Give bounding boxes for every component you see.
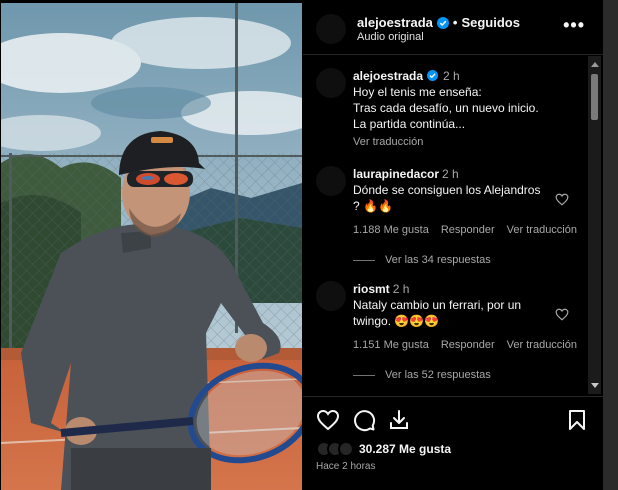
comment-username[interactable]: riosmt xyxy=(353,282,390,296)
post-side-panel: alejoestrada • Seguidos Audio original •… xyxy=(303,3,603,490)
liker-avatar xyxy=(338,441,354,457)
verified-badge-icon xyxy=(436,16,449,29)
comment-time: 2 h xyxy=(442,167,459,181)
replies-divider xyxy=(353,259,375,261)
comment-like-count[interactable]: 1.151 Me gusta xyxy=(353,339,429,351)
header-separator: • xyxy=(452,15,458,30)
like-count[interactable]: 30.287 Me gusta xyxy=(359,442,451,456)
comment-icon[interactable] xyxy=(352,408,376,432)
view-replies-button[interactable]: Ver las 34 respuestas xyxy=(353,254,491,266)
heart-icon[interactable] xyxy=(316,408,340,432)
caption-line: La partida continúa... xyxy=(353,117,466,131)
comment-meta: 1.151 Me gusta Responder Ver traducción xyxy=(353,339,589,351)
comment-header: riosmt 2 h xyxy=(353,281,553,297)
comment-header: laurapinedacor 2 h xyxy=(353,166,553,182)
author-username[interactable]: alejoestrada xyxy=(357,15,433,30)
share-icon[interactable] xyxy=(387,408,411,432)
comment-time: 2 h xyxy=(392,282,410,296)
caption-line: Tras cada desafío, un nuevo inicio. xyxy=(353,101,539,115)
replies-divider xyxy=(353,374,375,376)
caption-body: alejoestrada 2 h Hoy el tenis me enseña: … xyxy=(353,68,553,132)
comment-text-line: Dónde se consiguen los Alejandros xyxy=(353,183,541,197)
comment-meta: 1.188 Me gusta Responder Ver traducción xyxy=(353,224,589,236)
comment-avatar[interactable] xyxy=(316,166,346,196)
comment-text-line: ? 🔥🔥 xyxy=(353,199,393,213)
post-photo xyxy=(1,3,302,490)
follow-status-button[interactable]: Seguidos xyxy=(461,15,520,30)
caption-line: Hoy el tenis me enseña: xyxy=(353,85,482,99)
author-avatar[interactable] xyxy=(316,14,346,44)
caption-header: alejoestrada 2 h xyxy=(353,68,553,84)
post-timestamp[interactable]: Hace 2 horas xyxy=(316,461,375,472)
post-dialog: alejoestrada • Seguidos Audio original •… xyxy=(0,0,603,490)
comments-list[interactable]: alejoestrada 2 h Hoy el tenis me enseña: … xyxy=(303,56,603,396)
scrollbar-thumb[interactable] xyxy=(591,74,598,120)
post-actions: 30.287 Me gusta Hace 2 horas xyxy=(303,396,603,490)
verified-badge-icon xyxy=(427,70,439,81)
audio-link[interactable]: Audio original xyxy=(357,31,424,43)
scroll-up-arrow[interactable] xyxy=(591,62,599,67)
author-line: alejoestrada • Seguidos xyxy=(357,15,520,30)
comment-text-line: Nataly cambio un ferrari, por un xyxy=(353,298,522,312)
comment-username[interactable]: laurapinedacor xyxy=(353,167,439,181)
more-options-icon[interactable]: ••• xyxy=(563,15,585,36)
comment-like-count[interactable]: 1.188 Me gusta xyxy=(353,224,429,236)
reply-button[interactable]: Responder xyxy=(441,224,495,236)
comments-scrollbar[interactable] xyxy=(588,56,601,394)
view-replies-label: Ver las 34 respuestas xyxy=(385,254,491,266)
caption-time: 2 h xyxy=(443,69,460,83)
comment-text-line: twingo. 😍😍😍 xyxy=(353,314,440,328)
view-replies-label: Ver las 52 respuestas xyxy=(385,369,491,381)
comment-body: riosmt 2 h Nataly cambio un ferrari, por … xyxy=(353,281,553,329)
view-replies-button[interactable]: Ver las 52 respuestas xyxy=(353,369,491,381)
post-header: alejoestrada • Seguidos Audio original •… xyxy=(303,3,603,55)
translate-button[interactable]: Ver traducción xyxy=(507,224,577,236)
comment-avatar[interactable] xyxy=(316,281,346,311)
comment-like-icon[interactable] xyxy=(555,308,569,321)
bookmark-icon[interactable] xyxy=(565,408,589,432)
caption-translation-link[interactable]: Ver traducción xyxy=(353,136,423,148)
comment-body: laurapinedacor 2 h Dónde se consiguen los… xyxy=(353,166,553,214)
likes-summary[interactable]: 30.287 Me gusta xyxy=(316,441,451,457)
caption-avatar[interactable] xyxy=(316,68,346,98)
translate-button[interactable]: Ver traducción xyxy=(507,339,577,351)
caption-username[interactable]: alejoestrada xyxy=(353,69,423,83)
comment-like-icon[interactable] xyxy=(555,193,569,206)
scroll-down-arrow[interactable] xyxy=(591,383,599,388)
reply-button[interactable]: Responder xyxy=(441,339,495,351)
